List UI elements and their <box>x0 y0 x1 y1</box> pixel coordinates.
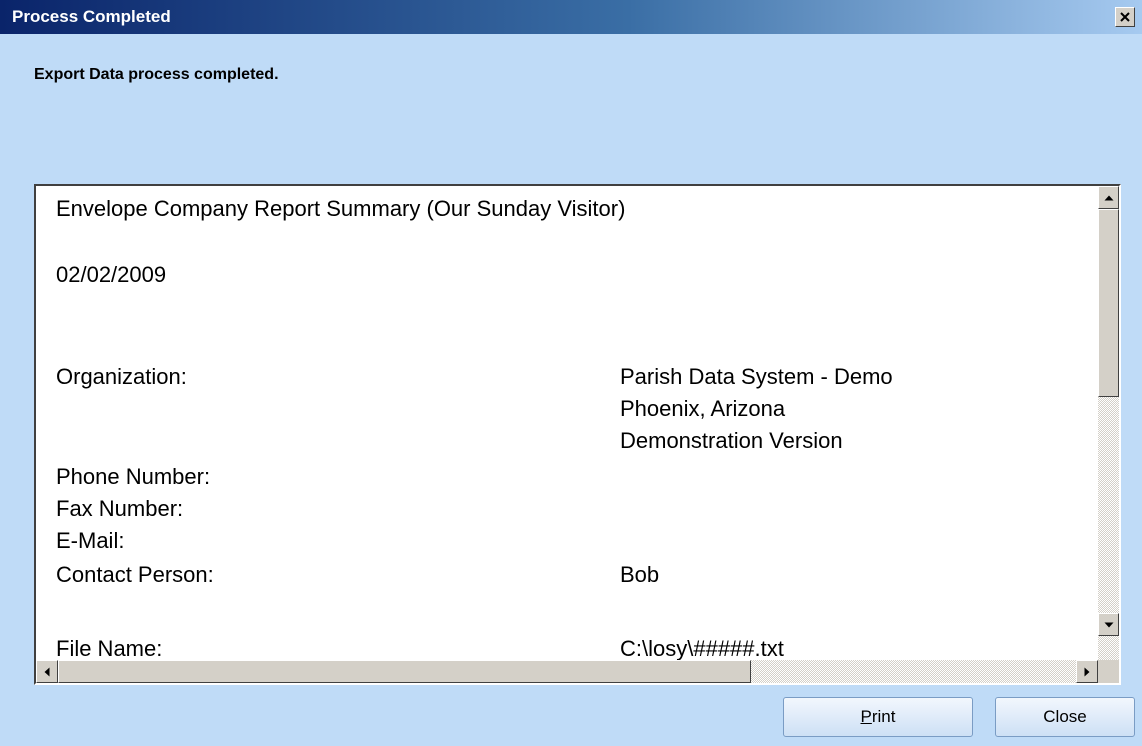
file-name-label: File Name: <box>56 636 163 660</box>
organization-line-3: Demonstration Version <box>620 428 843 453</box>
contact-value: Bob <box>620 562 660 587</box>
print-mnemonic: P <box>860 707 872 726</box>
scroll-right-button[interactable] <box>1076 660 1098 683</box>
process-completed-dialog: Process Completed Export Data process co… <box>0 0 1142 746</box>
horizontal-scrollbar[interactable] <box>36 660 1098 683</box>
scroll-up-arrow-icon <box>1104 195 1113 200</box>
scroll-down-arrow-icon <box>1104 622 1113 627</box>
report-title: Envelope Company Report Summary (Our Sun… <box>56 196 626 221</box>
organization-label: Organization: <box>56 364 187 389</box>
file-name-value: C:\losy\#####.txt <box>620 636 784 660</box>
title-bar: Process Completed <box>0 0 1142 34</box>
email-label: E-Mail: <box>56 528 125 553</box>
print-label: rint <box>871 707 896 726</box>
close-window-button[interactable] <box>1115 7 1135 27</box>
close-icon <box>1120 12 1130 22</box>
window-title: Process Completed <box>12 7 171 26</box>
scroll-left-arrow-icon <box>44 667 50 676</box>
organization-line-2: Phoenix, Arizona <box>620 396 786 421</box>
organization-line-1: Parish Data System - Demo <box>620 364 893 389</box>
vertical-scrollbar[interactable] <box>1098 186 1119 660</box>
phone-label: Phone Number: <box>56 464 211 489</box>
contact-label: Contact Person: <box>56 562 214 587</box>
scroll-right-arrow-icon <box>1084 667 1090 676</box>
print-button[interactable]: Print <box>783 697 973 737</box>
vertical-scroll-thumb[interactable] <box>1098 209 1119 397</box>
horizontal-scroll-thumb[interactable] <box>58 660 751 683</box>
scroll-down-button[interactable] <box>1098 613 1119 636</box>
report-viewer[interactable]: Envelope Company Report Summary (Our Sun… <box>34 184 1121 685</box>
close-button[interactable]: Close <box>995 697 1135 737</box>
scroll-up-button[interactable] <box>1098 186 1119 209</box>
report-date: 02/02/2009 <box>56 262 167 287</box>
report-content: Envelope Company Report Summary (Our Sun… <box>36 186 1098 660</box>
fax-label: Fax Number: <box>56 496 184 521</box>
scrollbar-corner <box>1098 660 1119 683</box>
scroll-left-button[interactable] <box>36 660 58 683</box>
completion-message: Export Data process completed. <box>34 66 279 83</box>
